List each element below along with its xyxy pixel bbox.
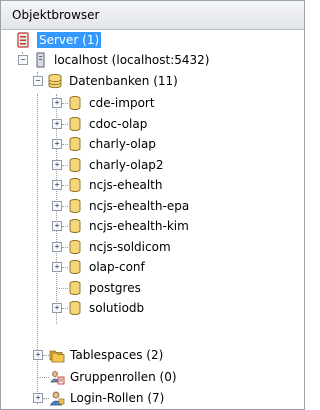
tree-node-localhost[interactable]: − localhost (localhost:5432) <box>1 50 304 70</box>
object-tree: Server (1) − localhost (localhost:5432) … <box>1 30 304 409</box>
tree-node-label[interactable]: cdoc-olap <box>87 116 149 132</box>
tree-node-database[interactable]: + solutiodb <box>1 298 304 318</box>
database-icon <box>67 116 83 132</box>
database-icon <box>67 177 83 193</box>
tree-node-databases[interactable]: − Datenbanken (11) <box>1 71 304 91</box>
expand-toggle[interactable]: + <box>52 221 62 231</box>
tree-node-label[interactable]: Gruppenrollen (0) <box>68 369 179 385</box>
panel-header: Objektbrowser <box>1 1 304 30</box>
expand-toggle[interactable]: + <box>52 303 62 313</box>
tree-node-label[interactable]: postgres <box>87 280 143 296</box>
database-icon <box>67 259 83 275</box>
tree-node-tablespaces[interactable]: + Tablespaces (2) <box>1 345 304 365</box>
tree-node-label[interactable]: localhost (localhost:5432) <box>52 52 212 68</box>
tree-node-label[interactable]: Server (1) <box>37 32 102 48</box>
expand-toggle[interactable]: + <box>52 180 62 190</box>
tree-node-database[interactable]: + cdoc-olap <box>1 114 304 134</box>
tree-node-label[interactable]: ncjs-ehealth-kim <box>87 218 191 234</box>
tree-node-database[interactable]: + ncjs-soldicom <box>1 237 304 257</box>
tree-node-group-roles[interactable]: Gruppenrollen (0) <box>1 367 304 387</box>
expand-toggle[interactable]: + <box>52 242 62 252</box>
tree-node-label[interactable]: ncjs-ehealth-epa <box>87 198 191 214</box>
tree-node-label[interactable]: Datenbanken (11) <box>67 73 180 89</box>
tree-node-label[interactable]: cde-import <box>87 95 157 111</box>
database-icon <box>67 239 83 255</box>
tree-node-database[interactable]: + ncjs-ehealth <box>1 175 304 195</box>
tablespaces-folder-icon <box>49 347 65 363</box>
tree-node-database[interactable]: + olap-conf <box>1 257 304 277</box>
tree-node-login-roles[interactable]: + Login-Rollen (7) <box>1 388 304 408</box>
expand-toggle[interactable]: + <box>52 201 62 211</box>
tree-node-database[interactable]: + charly-olap <box>1 134 304 154</box>
tree-node-label[interactable]: Login-Rollen (7) <box>68 390 166 406</box>
tree-node-label[interactable]: charly-olap2 <box>87 157 166 173</box>
database-icon <box>67 95 83 111</box>
database-icon <box>67 280 83 296</box>
collapse-toggle[interactable]: − <box>18 55 28 65</box>
group-roles-icon <box>49 369 65 385</box>
database-icon <box>67 300 83 316</box>
tree-node-database[interactable]: + cde-import <box>1 93 304 113</box>
object-browser-panel: Objektbrowser Server (1) − localhost (lo… <box>0 0 305 410</box>
tree-node-label[interactable]: Tablespaces (2) <box>68 347 165 363</box>
expand-toggle[interactable]: + <box>52 98 62 108</box>
database-icon <box>67 157 83 173</box>
server-icon <box>15 32 31 48</box>
database-icon <box>67 136 83 152</box>
expand-toggle[interactable]: + <box>52 139 62 149</box>
expand-toggle[interactable]: + <box>33 350 43 360</box>
expand-toggle[interactable]: + <box>33 393 43 403</box>
panel-title: Objektbrowser <box>12 8 100 22</box>
host-server-icon <box>32 52 48 68</box>
tree-guide-line <box>38 377 49 378</box>
tree-node-database[interactable]: + ncjs-ehealth-epa <box>1 196 304 216</box>
tree-node-label[interactable]: solutiodb <box>87 300 146 316</box>
expand-toggle[interactable]: + <box>52 119 62 129</box>
expand-toggle[interactable]: + <box>52 160 62 170</box>
tree-node-database[interactable]: + ncjs-ehealth-kim <box>1 216 304 236</box>
tree-node-label[interactable]: olap-conf <box>87 259 147 275</box>
tree-node-database[interactable]: + charly-olap2 <box>1 155 304 175</box>
login-roles-icon <box>49 390 65 406</box>
tree-node-label[interactable]: charly-olap <box>87 136 158 152</box>
tree-node-label[interactable]: ncjs-soldicom <box>87 239 173 255</box>
tree-node-database[interactable]: postgres <box>1 278 304 298</box>
database-icon <box>67 198 83 214</box>
expand-toggle[interactable]: + <box>52 262 62 272</box>
collapse-toggle[interactable]: − <box>33 76 43 86</box>
tree-node-label[interactable]: ncjs-ehealth <box>87 177 165 193</box>
database-icon <box>67 218 83 234</box>
databases-icon <box>47 73 63 89</box>
tree-node-server[interactable]: Server (1) <box>1 30 304 50</box>
